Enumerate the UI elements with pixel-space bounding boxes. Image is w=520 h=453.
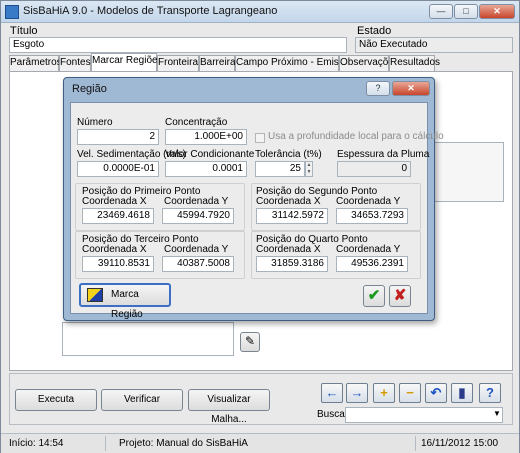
valor-condicionante-label: Valor Condicionante — [165, 149, 255, 160]
title-bar: SisBaHiA 9.0 - Modelos de Transporte Lag… — [1, 1, 519, 23]
region-list-box[interactable] — [62, 322, 234, 356]
status-bar: Início: 14:54 Projeto: Manual do SisBaHi… — [1, 433, 519, 453]
edit-pencil-button[interactable]: ✎ — [240, 332, 260, 352]
undo-icon[interactable]: ↶ — [425, 383, 447, 403]
coord-y-label: Coordenada Y — [336, 196, 401, 207]
terceiro-ponto-group: Posição do Terceiro Ponto Coordenada X C… — [75, 231, 245, 279]
p1-y-field[interactable]: 45994.7920 — [162, 208, 234, 224]
exit-door-icon[interactable]: ▮ — [451, 383, 473, 403]
titulo-field[interactable]: Esgoto — [9, 37, 347, 53]
tab-resultados[interactable]: Resultados — [389, 55, 440, 71]
next-icon[interactable]: → — [346, 383, 368, 403]
vel-sedimentacao-field[interactable]: 0.0000E-01 — [77, 161, 159, 177]
status-separator — [415, 436, 416, 451]
coord-y-label: Coordenada Y — [336, 244, 401, 255]
cancel-x-icon[interactable]: ✘ — [389, 285, 411, 307]
visualizar-malha-button[interactable]: Visualizar Malha... — [188, 389, 270, 425]
chevron-down-icon[interactable]: ▼ — [493, 409, 501, 418]
status-date: 16/11/2012 15:00 — [421, 438, 499, 449]
tab-campo-proximo[interactable]: Campo Próximo - Emissários — [235, 55, 365, 71]
segundo-ponto-group: Posição do Segundo Ponto Coordenada X Co… — [251, 183, 421, 231]
tab-parametros[interactable]: Parâmetros — [9, 55, 62, 71]
status-separator — [105, 436, 106, 451]
coord-x-label: Coordenada X — [82, 196, 147, 207]
valor-condicionante-field[interactable]: 0.0001 — [165, 161, 247, 177]
verificar-button[interactable]: Verificar — [101, 389, 183, 411]
minimize-button[interactable]: — — [429, 4, 453, 19]
main-window: SisBaHiA 9.0 - Modelos de Transporte Lag… — [0, 0, 520, 453]
coord-x-label: Coordenada X — [256, 244, 321, 255]
tab-marcar-regioes[interactable]: Marcar Regiões — [91, 53, 163, 71]
numero-field[interactable]: 2 — [77, 129, 159, 145]
tolerancia-spinner[interactable]: ▲ ▼ — [305, 161, 313, 177]
usa-profundidade-label: Usa a profundidade local para o cálculo — [268, 131, 444, 142]
p2-y-field[interactable]: 34653.7293 — [336, 208, 408, 224]
tolerancia-field[interactable]: 25 — [255, 161, 305, 177]
numero-label: Número — [77, 117, 113, 128]
tab-fontes[interactable]: Fontes — [59, 55, 91, 71]
p4-x-field[interactable]: 31859.3186 — [256, 256, 328, 272]
add-icon[interactable]: + — [373, 383, 395, 403]
regiao-dialog: Região ? ✕ Número 2 Concentração 1.000E+… — [63, 77, 444, 321]
concentracao-field[interactable]: 1.000E+00 — [165, 129, 247, 145]
tab-observacoes[interactable]: Observações — [339, 55, 399, 71]
titulo-label: Título — [10, 25, 38, 37]
app-icon — [5, 5, 19, 19]
region-icon — [87, 288, 103, 302]
coord-y-label: Coordenada Y — [164, 196, 229, 207]
busca-label: Busca: — [317, 409, 348, 420]
close-button[interactable]: ✕ — [479, 4, 515, 19]
p3-x-field[interactable]: 39110.8531 — [82, 256, 154, 272]
remove-icon[interactable]: − — [399, 383, 421, 403]
usa-profundidade-checkbox[interactable] — [255, 133, 265, 143]
help-icon[interactable]: ? — [479, 383, 501, 403]
marca-regiao-button[interactable]: Marca Região — [79, 283, 171, 320]
dialog-close-button[interactable]: ✕ — [392, 81, 430, 96]
coord-y-label: Coordenada Y — [164, 244, 229, 255]
marca-regiao-label: Marca Região — [111, 289, 143, 320]
concentracao-label: Concentração — [165, 117, 228, 128]
check-icon[interactable]: ✔ — [363, 285, 385, 307]
coord-x-label: Coordenada X — [256, 196, 321, 207]
espessura-field: 0 — [337, 161, 411, 177]
executa-button[interactable]: Executa — [15, 389, 97, 411]
tolerancia-label: Tolerância (t%) — [255, 149, 322, 160]
p1-x-field[interactable]: 23469.4618 — [82, 208, 154, 224]
busca-select[interactable] — [345, 407, 503, 423]
maximize-button[interactable]: □ — [454, 4, 478, 19]
coord-x-label: Coordenada X — [82, 244, 147, 255]
espessura-label: Espessura da Pluma — [337, 149, 430, 160]
dialog-title: Região — [72, 83, 107, 95]
tab-barreira[interactable]: Barreira — [199, 55, 236, 71]
dialog-help-button[interactable]: ? — [366, 81, 390, 96]
estado-label: Estado — [357, 25, 392, 37]
estado-field: Não Executado — [355, 37, 513, 53]
window-title: SisBaHiA 9.0 - Modelos de Transporte Lag… — [23, 5, 278, 17]
tab-fronteira[interactable]: Fronteira — [157, 55, 199, 71]
primeiro-ponto-group: Posição do Primeiro Ponto Coordenada X C… — [75, 183, 245, 231]
p2-x-field[interactable]: 31142.5972 — [256, 208, 328, 224]
p3-y-field[interactable]: 40387.5008 — [162, 256, 234, 272]
dialog-body: Número 2 Concentração 1.000E+00 Usa a pr… — [70, 102, 444, 320]
quarto-ponto-group: Posição do Quarto Ponto Coordenada X Coo… — [251, 231, 421, 279]
prev-icon[interactable]: ← — [321, 383, 343, 403]
status-projeto: Projeto: Manual do SisBaHiA — [119, 438, 248, 449]
p4-y-field[interactable]: 49536.2391 — [336, 256, 408, 272]
status-inicio: Início: 14:54 — [9, 438, 64, 449]
